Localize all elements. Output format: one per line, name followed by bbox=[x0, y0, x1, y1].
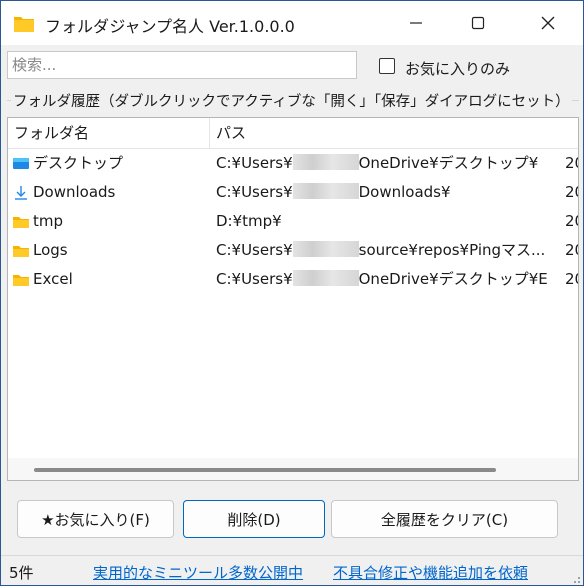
maximize-icon bbox=[471, 16, 485, 30]
title-bar[interactable]: フォルダジャンプ名人 Ver.1.0.0.0 bbox=[1, 1, 583, 45]
status-bar: 5件 実用的なミニツール多数公開中 不具合修正や機能追加を依頼 bbox=[1, 555, 583, 585]
minimize-button[interactable] bbox=[385, 1, 447, 45]
last-used-cell: 20 bbox=[565, 241, 578, 259]
desktop-folder-icon bbox=[13, 157, 29, 169]
table-row[interactable]: Excel C:¥Users¥ OneDrive¥デスクトップ¥E... 20 bbox=[8, 265, 578, 294]
path-prefix: C:¥Users¥ bbox=[216, 270, 293, 288]
clear-history-button[interactable]: 全履歴をクリア(C) bbox=[331, 500, 558, 538]
last-used-cell: 20 bbox=[565, 183, 578, 201]
history-group-label: フォルダ履歴（ダブルクリックでアクティブな「開く」「保存」ダイアログにセット） bbox=[11, 90, 572, 111]
folder-icon bbox=[13, 245, 29, 257]
delete-button[interactable]: 削除(D) bbox=[183, 500, 325, 538]
resize-grip-icon[interactable] bbox=[571, 574, 581, 584]
path-prefix: D:¥tmp¥ bbox=[216, 212, 282, 230]
redacted-username bbox=[292, 183, 359, 199]
last-used-cell: 20 bbox=[565, 154, 578, 172]
request-link[interactable]: 不具合修正や機能追加を依頼 bbox=[333, 562, 528, 583]
scrollbar-thumb[interactable] bbox=[34, 468, 496, 472]
folder-name: tmp bbox=[33, 212, 64, 230]
redacted-username bbox=[292, 241, 359, 257]
folder-name: デスクトップ bbox=[33, 154, 124, 172]
app-window: フォルダジャンプ名人 Ver.1.0.0.0 お気に入りのみ フォルダ履歴（ダブ… bbox=[0, 0, 584, 586]
table-row[interactable]: Downloads C:¥Users¥ Downloads¥ 20 bbox=[8, 178, 578, 207]
add-favorite-button[interactable]: ★お気に入り(F) bbox=[17, 500, 174, 538]
folder-name: Excel bbox=[33, 270, 73, 288]
tools-link[interactable]: 実用的なミニツール多数公開中 bbox=[93, 562, 303, 583]
folder-name: Downloads bbox=[33, 183, 116, 201]
path-suffix: source¥repos¥Pingマス... bbox=[358, 241, 546, 259]
folder-icon bbox=[13, 216, 29, 228]
maximize-button[interactable] bbox=[447, 1, 509, 45]
redacted-username bbox=[292, 270, 359, 286]
favorites-only-label[interactable]: お気に入りのみ bbox=[405, 58, 510, 79]
close-icon bbox=[541, 16, 555, 30]
table-row[interactable]: デスクトップ C:¥Users¥ OneDrive¥デスクトップ¥ 20 bbox=[8, 149, 578, 178]
table-row[interactable]: tmp D:¥tmp¥ 20 bbox=[8, 207, 578, 236]
minimize-icon bbox=[410, 22, 422, 24]
folder-name: Logs bbox=[33, 241, 68, 259]
path-prefix: C:¥Users¥ bbox=[216, 154, 293, 172]
folder-history-list[interactable]: フォルダ名 パス 最 デスクトップ C:¥Users¥ OneDrive¥デスクト… bbox=[7, 117, 579, 481]
search-input[interactable] bbox=[7, 51, 357, 79]
favorites-only-checkbox[interactable] bbox=[379, 58, 395, 74]
path-prefix: C:¥Users¥ bbox=[216, 183, 293, 201]
path-suffix: OneDrive¥デスクトップ¥E... bbox=[358, 270, 548, 288]
window-title: フォルダジャンプ名人 Ver.1.0.0.0 bbox=[45, 17, 295, 36]
path-suffix: Downloads¥ bbox=[358, 183, 451, 201]
download-arrow-icon bbox=[15, 185, 27, 200]
path-suffix: OneDrive¥デスクトップ¥ bbox=[358, 154, 539, 172]
close-button[interactable] bbox=[517, 1, 579, 45]
horizontal-scrollbar[interactable] bbox=[8, 458, 578, 480]
item-count: 5件 bbox=[9, 564, 34, 582]
folder-icon bbox=[13, 274, 29, 286]
last-used-cell: 20 bbox=[565, 270, 578, 288]
last-used-cell: 20 bbox=[565, 212, 578, 230]
list-header: フォルダ名 パス 最 bbox=[8, 118, 578, 149]
column-header-path[interactable]: パス bbox=[210, 118, 578, 148]
redacted-username bbox=[292, 154, 359, 170]
table-row[interactable]: Logs C:¥Users¥ source¥repos¥Pingマス... 20 bbox=[8, 236, 578, 265]
column-header-name[interactable]: フォルダ名 bbox=[8, 118, 210, 148]
path-prefix: C:¥Users¥ bbox=[216, 241, 293, 259]
folder-app-icon bbox=[14, 17, 34, 32]
